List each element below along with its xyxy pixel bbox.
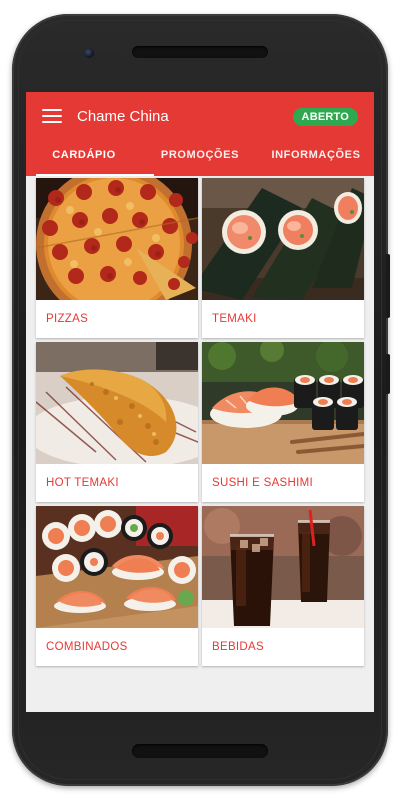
bottom-speaker <box>132 744 268 758</box>
pizza-photo <box>36 178 198 300</box>
bebidas-photo <box>202 506 364 628</box>
category-card-bebidas[interactable]: BEBIDAS <box>202 506 364 666</box>
category-card-temaki[interactable]: TEMAKI <box>202 178 364 338</box>
category-grid: PIZZAS TEMAKI HOT TEMAKI SUSHI E SASHIMI… <box>36 178 366 666</box>
tab-promocoes[interactable]: PROMOÇÕES <box>142 140 258 176</box>
tab-bar: CARDÁPIO PROMOÇÕES INFORMAÇÕES <box>26 140 374 176</box>
hot-temaki-photo <box>36 342 198 464</box>
category-card-pizzas[interactable]: PIZZAS <box>36 178 198 338</box>
volume-button <box>386 254 390 318</box>
sushi-sashimi-photo <box>202 342 364 464</box>
combinados-photo <box>36 506 198 628</box>
category-label: SUSHI E SASHIMI <box>212 477 313 489</box>
category-label: BEBIDAS <box>212 641 264 653</box>
power-button <box>386 354 390 394</box>
earpiece-speaker <box>132 46 268 58</box>
app-title: Chame China <box>77 108 169 125</box>
category-label: COMBINADOS <box>46 641 128 653</box>
category-card-hot-temaki[interactable]: HOT TEMAKI <box>36 342 198 502</box>
category-label: TEMAKI <box>212 313 257 325</box>
tab-informacoes[interactable]: INFORMAÇÕES <box>258 140 374 176</box>
status-badge: ABERTO <box>292 108 358 126</box>
tab-cardapio[interactable]: CARDÁPIO <box>26 140 142 176</box>
app-bar: Chame China ABERTO CARDÁPIO PROMOÇÕES IN… <box>26 92 374 176</box>
category-card-sushi-sashimi[interactable]: SUSHI E SASHIMI <box>202 342 364 502</box>
menu-icon[interactable] <box>42 109 62 123</box>
app-screen: Chame China ABERTO CARDÁPIO PROMOÇÕES IN… <box>26 92 374 712</box>
temaki-photo <box>202 178 364 300</box>
front-camera <box>84 48 94 58</box>
category-card-combinados[interactable]: COMBINADOS <box>36 506 198 666</box>
category-label: PIZZAS <box>46 313 89 325</box>
category-label: HOT TEMAKI <box>46 477 119 489</box>
tab-indicator <box>36 174 154 176</box>
